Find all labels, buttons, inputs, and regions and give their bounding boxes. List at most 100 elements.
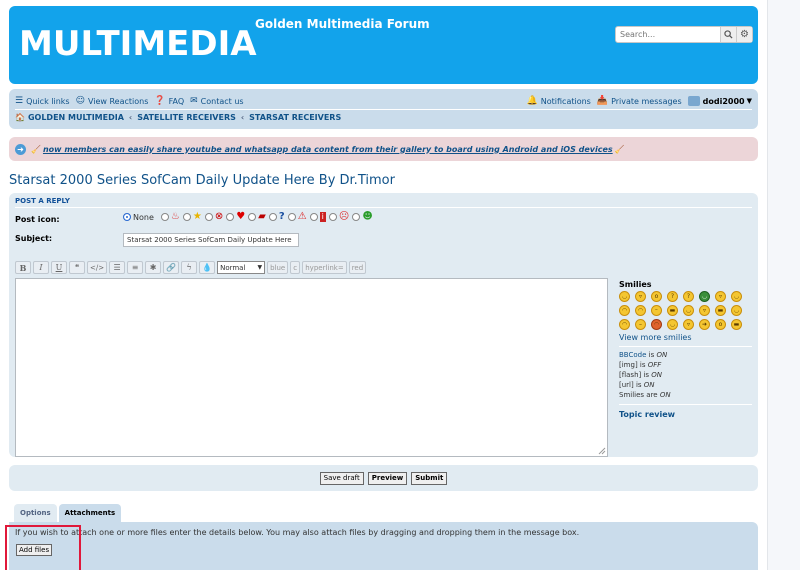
hyperlink-button[interactable]: hyperlink= <box>302 261 347 274</box>
post-icon-option[interactable]: ♨ <box>160 212 180 222</box>
blue-button[interactable]: blue <box>267 261 289 274</box>
confused-smiley-icon[interactable]: ? <box>667 291 678 302</box>
post-icon-option[interactable]: ⊗ <box>204 212 223 222</box>
username: dodi2000 <box>702 96 745 106</box>
bold-button[interactable]: B <box>15 261 31 274</box>
geek-smiley-icon[interactable]: ▬ <box>731 319 742 330</box>
announcement-link[interactable]: now members can easily share youtube and… <box>43 145 613 154</box>
tab-options[interactable]: Options <box>14 504 57 522</box>
breadcrumb-item-starsat[interactable]: STARSAT RECEIVERS <box>249 113 341 122</box>
radio[interactable] <box>287 213 296 221</box>
post-icon-option[interactable]: ⚠ <box>287 212 307 222</box>
broom-icon: 🧹 <box>614 144 625 154</box>
underline-button[interactable]: U <box>51 261 67 274</box>
smilies-status-value: ON <box>659 391 671 399</box>
submit-button[interactable]: Submit <box>411 471 448 485</box>
post-icon-none[interactable]: None <box>123 213 158 222</box>
bbcode-help-link[interactable]: BBCode <box>619 351 646 359</box>
view-more-smilies-link[interactable]: View more smilies <box>619 333 752 342</box>
question-smiley-icon[interactable]: ? <box>683 291 694 302</box>
radio[interactable] <box>226 213 235 221</box>
tab-attachments[interactable]: Attachments <box>58 504 122 522</box>
radio[interactable] <box>248 213 257 221</box>
resize-handle-icon[interactable] <box>598 447 606 455</box>
save-draft-button[interactable]: Save draft <box>319 471 364 485</box>
cool-smiley-icon[interactable]: ▬ <box>715 305 726 316</box>
private-messages-link[interactable]: 📥 Private messages <box>597 96 682 106</box>
topic-title[interactable]: Starsat 2000 Series SofCam Daily Update … <box>9 173 395 188</box>
search-button[interactable] <box>720 27 736 42</box>
question-mark-icon: ? <box>278 211 285 222</box>
radio[interactable] <box>352 213 361 221</box>
speech-bubble-icon: ▰ <box>258 211 266 222</box>
quote-button[interactable]: ❝ <box>69 261 85 274</box>
surprised-smiley-icon[interactable]: o <box>651 291 662 302</box>
code-button[interactable]: </> <box>87 261 108 274</box>
post-icon-option[interactable]: ★ <box>182 212 202 222</box>
breadcrumb-item-satellite[interactable]: SATELLITE RECEIVERS <box>137 113 236 122</box>
link-button[interactable]: 🔗 <box>163 261 180 274</box>
post-icon-options: None ♨ ★ ⊗ ♥ ▰ ? ⚠ i ☹ ☻ <box>123 212 376 222</box>
radio[interactable] <box>309 213 318 221</box>
breadcrumb-item-home[interactable]: GOLDEN MULTIMEDIA <box>28 113 124 122</box>
quick-links-menu[interactable]: ☰ Quick links <box>15 96 70 106</box>
post-icon-option[interactable]: ☻ <box>352 212 373 222</box>
message-textarea[interactable] <box>15 278 608 457</box>
razz-smiley-icon[interactable]: ◡ <box>731 305 742 316</box>
post-icon-option[interactable]: ☹ <box>328 212 349 222</box>
contact-link[interactable]: ✉ Contact us <box>190 96 243 106</box>
radio[interactable] <box>328 213 337 221</box>
radio[interactable] <box>160 213 169 221</box>
sunglasses-smiley-icon[interactable]: ▬ <box>667 305 678 316</box>
view-reactions-link[interactable]: ☺ View Reactions <box>76 96 149 106</box>
arrow-smiley-icon[interactable]: ➜ <box>699 319 710 330</box>
flash-status-line: [flash] is ON <box>619 370 752 380</box>
tongue-smiley-icon[interactable]: ◡ <box>667 319 678 330</box>
color-button[interactable]: 💧 <box>199 261 216 274</box>
font-size-select[interactable]: Normal ▼ <box>217 261 266 274</box>
nav-right: 🔔 Notifications 📥 Private messages dodi200… <box>521 96 752 106</box>
chevron-down-icon: ▼ <box>257 264 263 271</box>
search-input[interactable] <box>616 27 720 42</box>
idea-smiley-icon[interactable]: ▿ <box>683 319 694 330</box>
contact-label: Contact us <box>200 96 244 106</box>
flash-button[interactable]: ϟ <box>181 261 198 274</box>
c-button[interactable]: c <box>290 261 301 274</box>
twisted-smiley-icon[interactable]: ▿ <box>699 305 710 316</box>
red-button[interactable]: red <box>348 261 367 274</box>
smiley-icon[interactable]: ◡ <box>619 291 630 302</box>
neutral-smiley-icon[interactable]: – <box>635 319 646 330</box>
numbered-list-button[interactable]: ≡ <box>127 261 144 274</box>
post-icon-option[interactable]: ? <box>268 211 285 222</box>
advanced-search-button[interactable]: ⚙ <box>736 27 752 42</box>
mad-smiley-icon[interactable]: ◠ <box>619 319 630 330</box>
preview-button[interactable]: Preview <box>367 471 408 485</box>
user-menu[interactable]: dodi2000 ▼ <box>687 96 752 106</box>
wink-smiley-icon[interactable]: ◡ <box>683 305 694 316</box>
notifications-link[interactable]: 🔔 Notifications <box>527 96 591 106</box>
radio[interactable] <box>268 213 277 221</box>
post-icon-option[interactable]: i <box>309 212 326 222</box>
list-item-button[interactable]: ✱ <box>145 261 162 274</box>
laugh-smiley-icon[interactable]: ▿ <box>715 291 726 302</box>
radio[interactable] <box>182 213 191 221</box>
site-logo[interactable]: MULTIMEDIA <box>19 24 257 64</box>
evil-smiley-icon[interactable]: ᵕ <box>651 305 662 316</box>
list-button[interactable]: ☰ <box>109 261 126 274</box>
italic-button[interactable]: I <box>33 261 49 274</box>
radio[interactable] <box>204 213 213 221</box>
smilies-status-label: Smilies are <box>619 391 658 399</box>
green-smiley-icon[interactable]: ◡ <box>699 291 710 302</box>
post-icon-option[interactable]: ♥ <box>226 212 245 222</box>
topic-review-link[interactable]: Topic review <box>619 410 752 419</box>
subject-input[interactable] <box>123 233 299 247</box>
happy-smiley-icon[interactable]: ◡ <box>731 291 742 302</box>
grin-smiley-icon[interactable]: ▿ <box>635 291 646 302</box>
sad-smiley-icon[interactable]: ◠ <box>619 305 630 316</box>
red-smiley-icon[interactable]: ◠ <box>651 319 662 330</box>
faq-link[interactable]: ❓ FAQ <box>154 96 184 106</box>
post-icon-option[interactable]: ▰ <box>248 212 266 222</box>
radio-selected[interactable] <box>123 213 131 221</box>
cry-smiley-icon[interactable]: ◠ <box>635 305 646 316</box>
shock-smiley-icon[interactable]: o <box>715 319 726 330</box>
